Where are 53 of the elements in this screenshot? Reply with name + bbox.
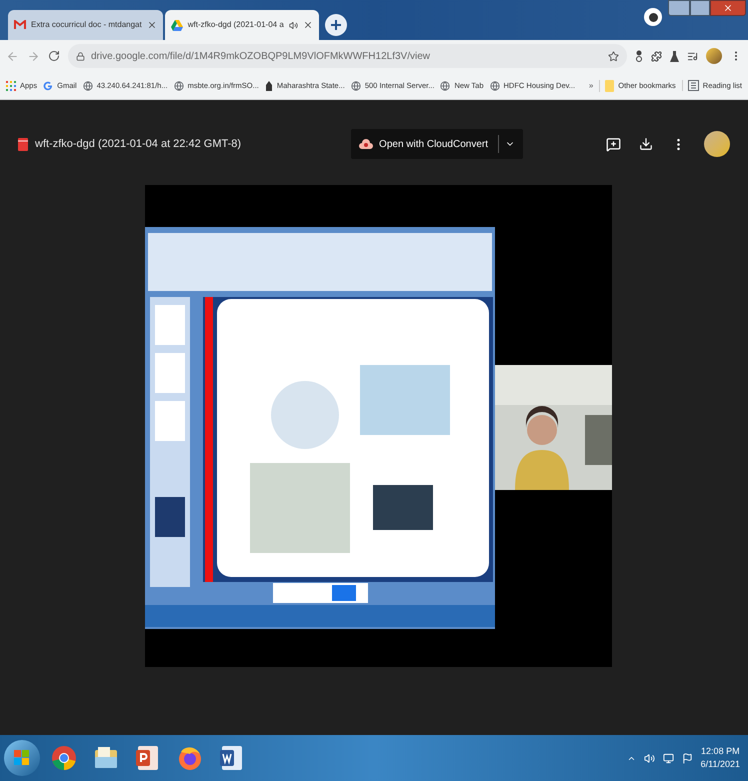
emblem-icon (264, 80, 273, 90)
volume-icon[interactable] (644, 752, 655, 764)
profile-switch-icon[interactable] (644, 8, 662, 26)
close-button[interactable] (710, 0, 746, 16)
extension-icon[interactable] (635, 50, 643, 62)
globe-icon (490, 80, 500, 90)
chrome-icon[interactable] (50, 744, 78, 772)
add-comment-icon[interactable] (606, 136, 621, 152)
browser-tab[interactable]: wft-zfko-dgd (2021-01-04 a (164, 10, 319, 40)
close-icon[interactable] (146, 20, 157, 30)
plus-icon (330, 20, 341, 30)
globe-icon (350, 80, 361, 90)
speaker-icon[interactable] (288, 20, 298, 30)
flag-icon[interactable] (682, 752, 693, 764)
star-icon[interactable] (608, 50, 619, 62)
profile-avatar[interactable] (706, 48, 722, 64)
globe-icon (440, 80, 450, 90)
browser-tab[interactable]: Extra cocurricul doc - mtdangat (8, 10, 163, 40)
windows-logo-icon (14, 750, 30, 766)
document-app-icon[interactable] (219, 744, 245, 772)
mail-icon (14, 20, 26, 30)
close-icon[interactable] (302, 20, 313, 30)
globe-icon (174, 80, 184, 90)
drive-icon (170, 20, 183, 30)
extensions-icon[interactable] (651, 50, 662, 62)
file-title: wft-zfko-dgd (2021-01-04 at 22:42 GMT-8) (35, 136, 242, 152)
open-with-button[interactable]: Open with CloudConvert (351, 129, 523, 159)
account-avatar[interactable] (704, 131, 730, 157)
minimize-button[interactable] (668, 0, 690, 16)
download-icon[interactable] (639, 137, 653, 151)
reload-icon[interactable] (48, 50, 60, 62)
clock[interactable]: 12:08 PM 6/11/2021 (700, 745, 740, 771)
cloud-icon (359, 138, 374, 150)
network-icon[interactable] (662, 752, 674, 764)
folder-icon (605, 80, 614, 92)
close-icon (723, 3, 733, 13)
media-list-icon[interactable] (687, 50, 698, 62)
more-bookmarks-button[interactable]: » (588, 80, 594, 92)
google-icon (43, 80, 54, 90)
tab-title: Extra cocurricul doc - mtdangat (31, 19, 142, 31)
globe-icon (82, 80, 93, 90)
video-file-icon (18, 138, 28, 150)
flask-icon[interactable] (670, 50, 679, 62)
presentation-app-icon[interactable] (135, 744, 161, 772)
address-bar[interactable]: drive.google.com/file/d/1M4R9mkOZOBQP9LM9VlOFMkWWFH12Lf3V/view (68, 44, 627, 68)
reading-list-icon (688, 80, 699, 91)
url-text: drive.google.com/file/d/1M4R9mkOZOBQP9LM9VlOFMkWWFH12Lf3V/view (91, 50, 430, 64)
start-button[interactable] (4, 740, 40, 776)
new-tab-button[interactable] (324, 14, 347, 36)
apps-grid-icon (6, 80, 16, 90)
maximize-button[interactable] (690, 0, 710, 16)
lock-icon (76, 52, 85, 60)
tab-title: wft-zfko-dgd (2021-01-04 a (188, 19, 284, 31)
